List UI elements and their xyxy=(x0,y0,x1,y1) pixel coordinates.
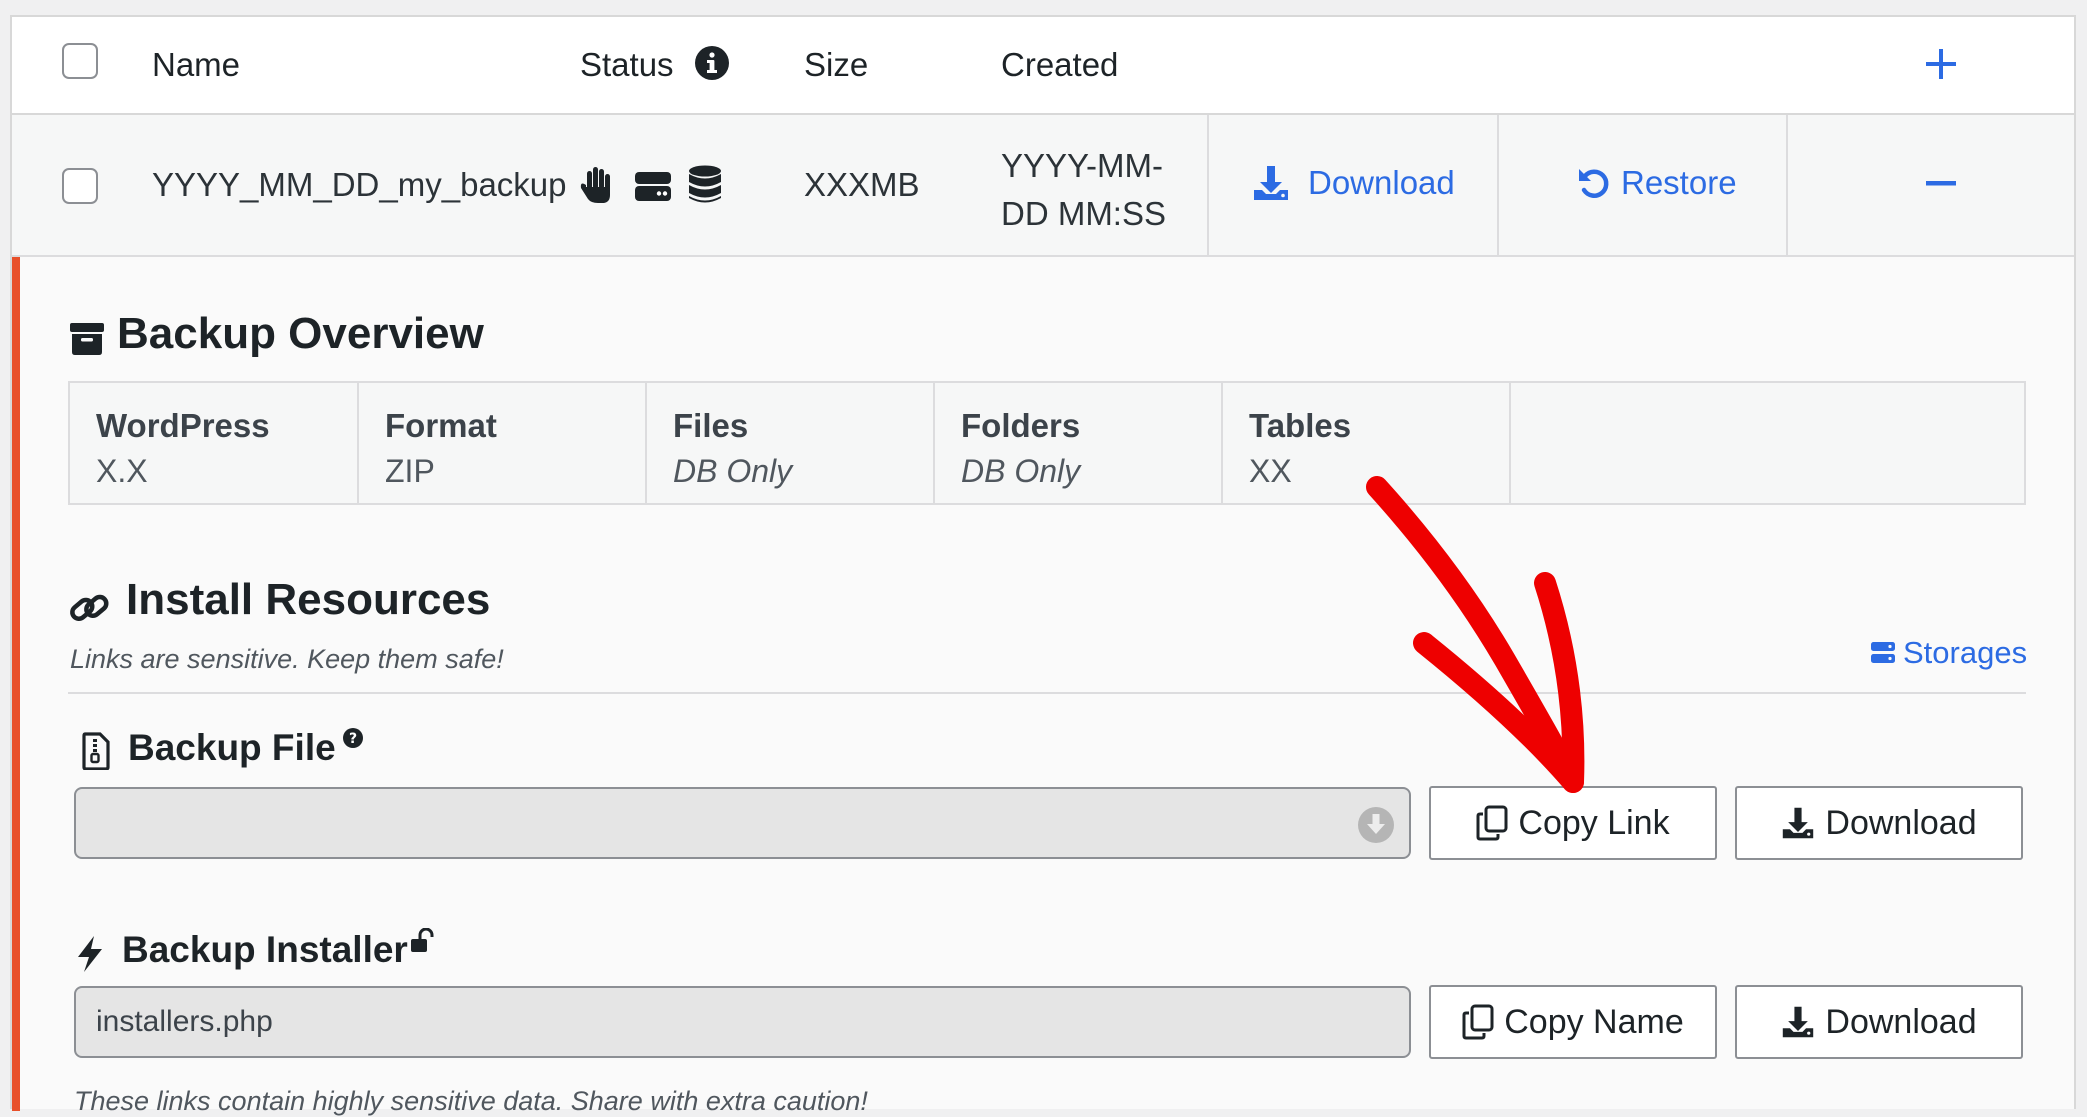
row-restore-label: Restore xyxy=(1621,164,1737,201)
overview-format: Format ZIP xyxy=(359,383,647,503)
archive-icon xyxy=(70,323,104,355)
installer-name-value: installers.php xyxy=(96,1005,273,1038)
table-row[interactable]: YYYY_MM_DD_my_backup XXXMB YYYY-MM- DD M… xyxy=(12,115,2074,257)
backup-file-title: Backup File xyxy=(128,727,336,768)
bolt-icon xyxy=(76,935,104,973)
column-size[interactable]: Size xyxy=(804,46,868,84)
overview-files: Files DB Only xyxy=(647,383,935,503)
database-icon xyxy=(688,165,722,205)
divider xyxy=(1786,115,1788,255)
download-icon xyxy=(1254,166,1288,200)
copy-name-label: Copy Name xyxy=(1504,1002,1684,1041)
copy-icon xyxy=(1476,805,1508,841)
divider xyxy=(1207,115,1209,255)
hand-icon xyxy=(578,165,616,205)
column-status: Status xyxy=(580,46,674,83)
copy-link-button[interactable]: Copy Link xyxy=(1429,786,1717,860)
overview-table: WordPress X.X Format ZIP Files DB Only F… xyxy=(68,381,2026,505)
column-name[interactable]: Name xyxy=(152,46,240,84)
row-checkbox[interactable] xyxy=(62,168,98,204)
overview-label: Files xyxy=(673,407,749,444)
installer-download-button[interactable]: Download xyxy=(1735,985,2023,1059)
overview-label: Format xyxy=(385,407,497,444)
file-zip-icon xyxy=(82,732,110,770)
resources-subtitle: Links are sensitive. Keep them safe! xyxy=(70,644,504,674)
overview-label: Tables xyxy=(1249,407,1352,444)
server-icon xyxy=(1871,642,1895,663)
copy-icon xyxy=(1462,1004,1494,1040)
overview-wordpress: WordPress X.X xyxy=(70,383,359,503)
copy-link-label: Copy Link xyxy=(1518,803,1670,842)
backup-name: YYYY_MM_DD_my_backup xyxy=(152,166,567,203)
help-icon[interactable]: ? xyxy=(342,727,364,749)
row-restore-button[interactable]: Restore xyxy=(1577,164,1737,202)
svg-text:?: ? xyxy=(349,731,357,747)
download-icon xyxy=(1783,1006,1814,1038)
resources-title: Install Resources xyxy=(126,575,491,624)
divider xyxy=(68,692,2026,694)
collapse-icon[interactable] xyxy=(1926,181,1956,187)
column-created[interactable]: Created xyxy=(1001,46,1118,84)
table-header: Name Status Size Created xyxy=(12,17,2074,115)
overview-label: WordPress xyxy=(96,407,270,444)
row-download-label: Download xyxy=(1308,164,1455,201)
add-icon[interactable] xyxy=(1924,47,1958,81)
overview-value: ZIP xyxy=(385,453,435,489)
backup-file-field[interactable] xyxy=(74,787,1411,859)
link-icon xyxy=(68,587,110,629)
row-download-button[interactable]: Download xyxy=(1252,164,1455,202)
download-circle-icon xyxy=(1357,806,1395,844)
sensitive-warning: These links contain highly sensitive dat… xyxy=(74,1086,868,1116)
backup-list-panel: Name Status Size Created YYYY_MM_DD_my_b… xyxy=(10,15,2076,1116)
backup-installer-title: Backup Installer xyxy=(122,929,408,970)
installer-download-label: Download xyxy=(1825,1002,1977,1041)
overview-value: DB Only xyxy=(673,453,793,489)
backup-file-download-label: Download xyxy=(1825,803,1977,842)
overview-value: XX xyxy=(1249,453,1292,489)
overview-label: Folders xyxy=(961,407,1081,444)
unlock-icon xyxy=(410,928,436,954)
divider xyxy=(1497,115,1499,255)
created-date-line1: YYYY-MM- xyxy=(1001,147,1163,184)
storages-link[interactable]: Storages xyxy=(1871,635,2027,671)
overview-value: X.X xyxy=(96,453,148,489)
download-icon xyxy=(1783,807,1814,839)
overview-folders: Folders DB Only xyxy=(935,383,1223,503)
backup-file-download-button[interactable]: Download xyxy=(1735,786,2023,860)
copy-name-button[interactable]: Copy Name xyxy=(1429,985,1717,1059)
info-icon[interactable] xyxy=(694,45,730,81)
created-date-line2: DD MM:SS xyxy=(1001,195,1166,232)
undo-icon xyxy=(1579,169,1609,198)
installer-name-field[interactable]: installers.php xyxy=(74,986,1411,1058)
expanded-row-indicator xyxy=(12,257,20,1111)
backup-size: XXXMB xyxy=(804,166,920,203)
storages-label: Storages xyxy=(1903,635,2028,670)
server-icon xyxy=(634,171,672,203)
created-date: YYYY-MM- DD MM:SS xyxy=(1001,142,1166,238)
overview-title: Backup Overview xyxy=(117,309,484,358)
overview-value: DB Only xyxy=(961,453,1081,489)
select-all-checkbox[interactable] xyxy=(62,43,98,79)
overview-tables: Tables XX xyxy=(1223,383,1511,503)
